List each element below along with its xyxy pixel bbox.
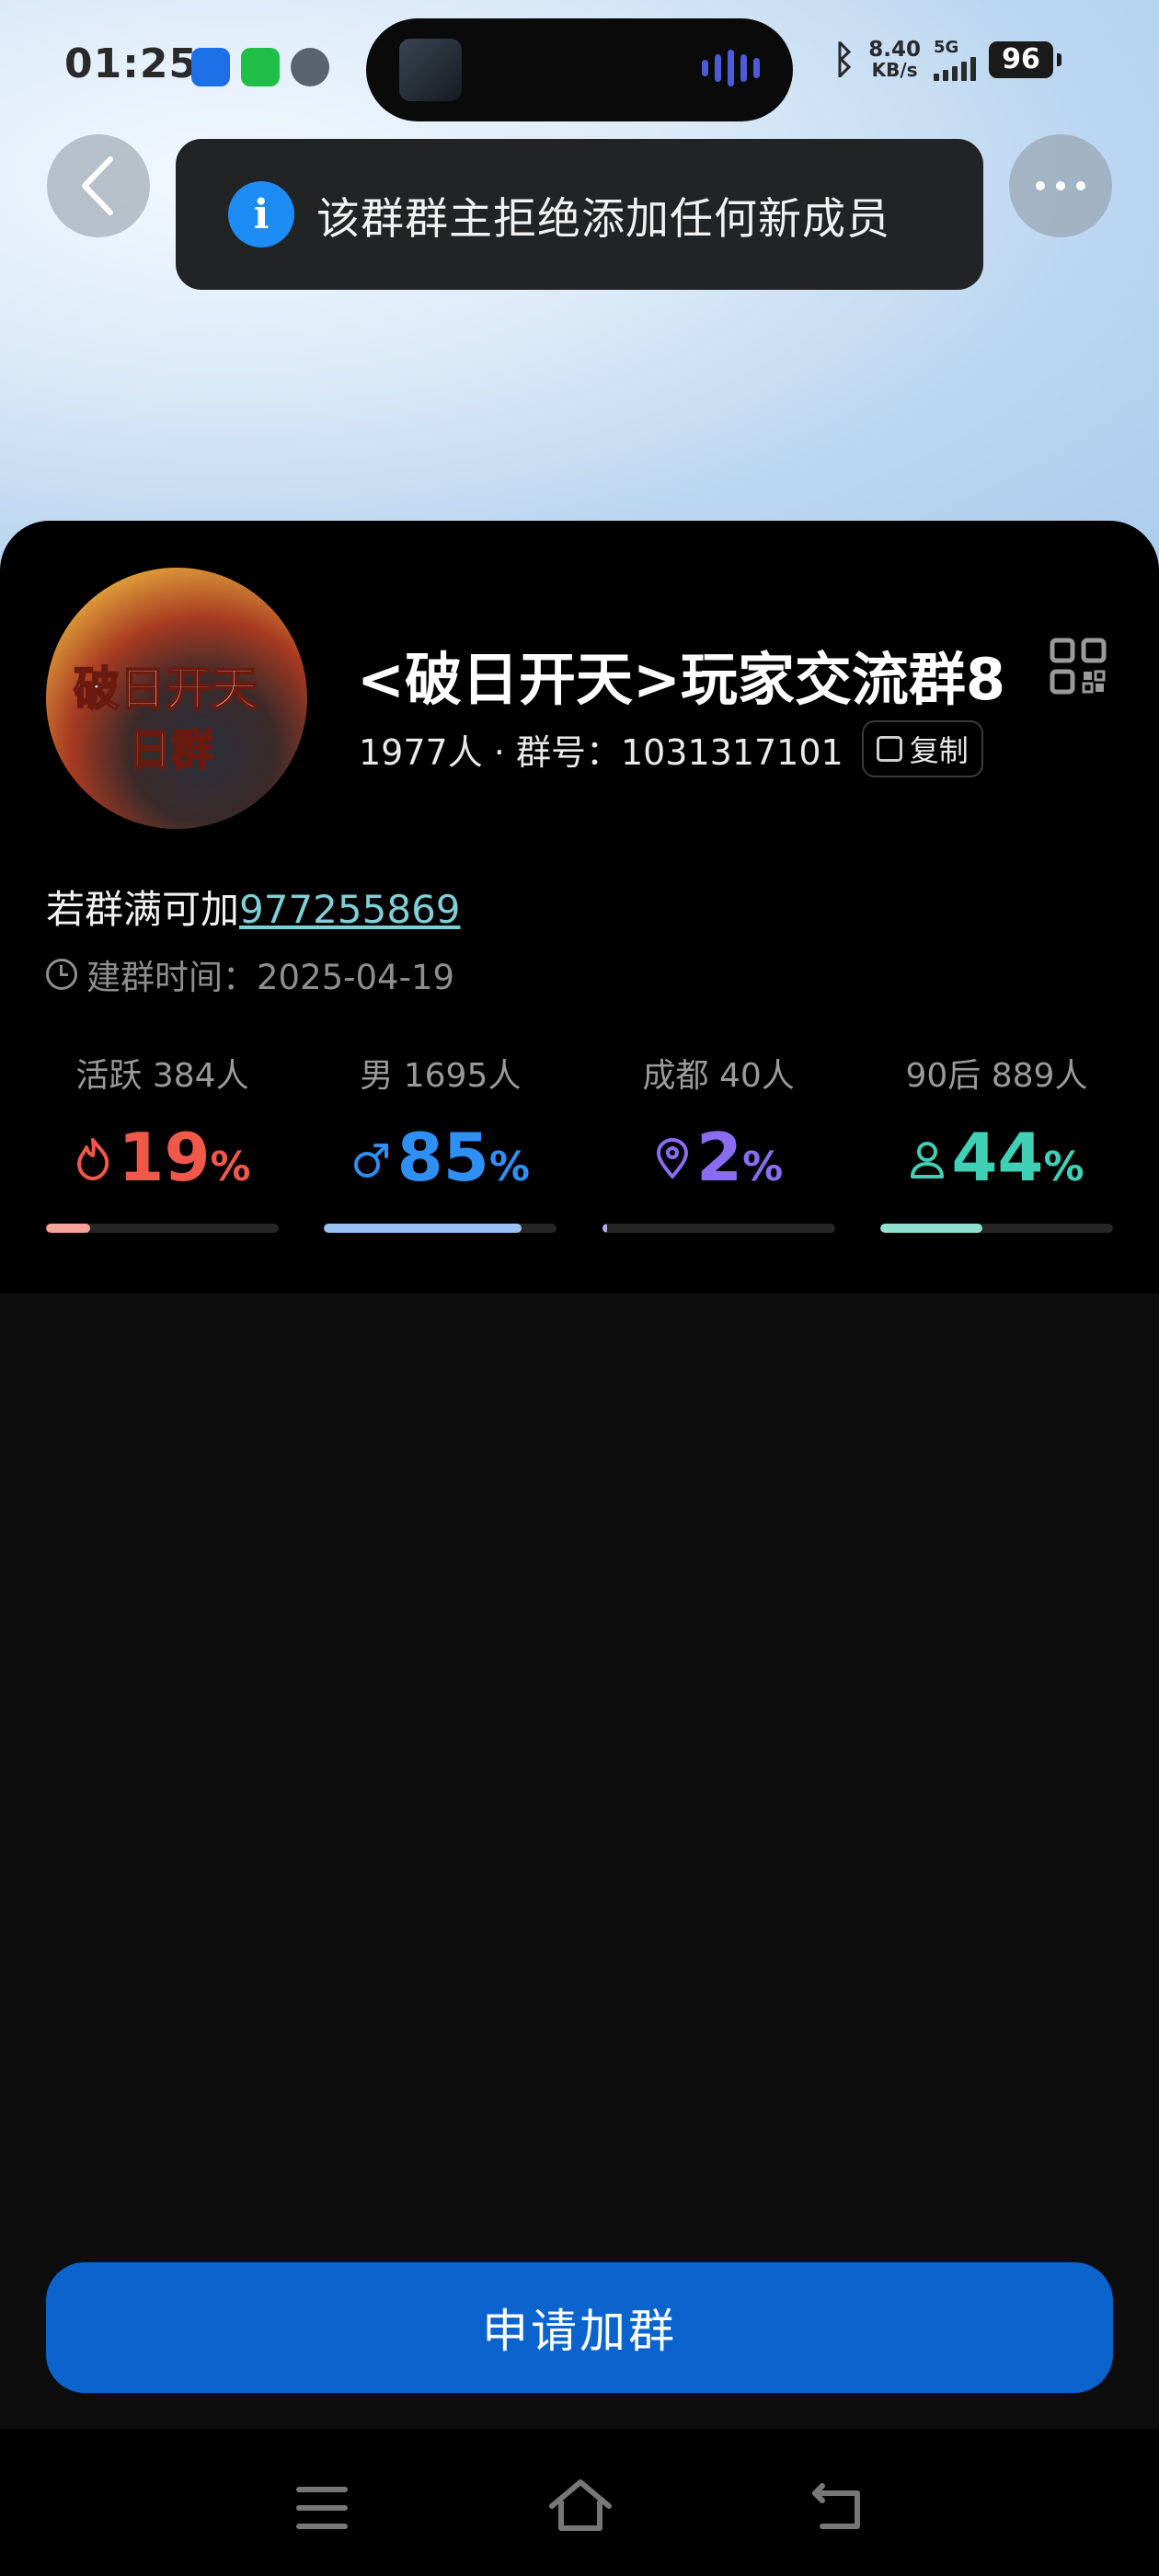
progress-bar <box>879 1224 1113 1233</box>
location-icon <box>657 1138 689 1179</box>
copy-icon <box>876 736 902 762</box>
audio-wave-icon <box>702 50 760 86</box>
stat-location: 成都 40人 2 % <box>602 1049 835 1233</box>
network-speed: 8.40 KB/s <box>868 37 921 81</box>
battery-tip <box>1056 52 1061 66</box>
back-nav-icon[interactable] <box>809 2480 866 2534</box>
chevron-left-icon <box>82 156 113 215</box>
bluetooth-icon: ᛒ <box>832 37 856 82</box>
stat-male: 男 1695人 85 % <box>324 1049 557 1233</box>
clock-icon <box>46 959 77 990</box>
battery-indicator: 96 <box>988 40 1053 78</box>
signal-bars-icon <box>933 57 976 81</box>
menu-icon[interactable] <box>296 2487 348 2529</box>
game-notification-icon <box>291 48 329 86</box>
back-button[interactable] <box>47 134 150 237</box>
male-icon <box>353 1144 388 1178</box>
toast-message: 该群群主拒绝添加任何新成员 <box>316 193 890 245</box>
copy-button[interactable]: 复制 <box>861 720 983 777</box>
progress-bar <box>46 1224 279 1233</box>
member-count-and-id: 1977人 · 群号：1031317101 <box>359 731 843 773</box>
created-date: 建群时间：2025-04-19 <box>46 949 454 999</box>
more-button[interactable] <box>1009 134 1112 237</box>
status-right: ᛒ 8.40 KB/s 5G 96 <box>832 37 1061 82</box>
apply-join-button[interactable]: 申请加群 <box>46 2262 1113 2393</box>
toast-notification: i 该群群主拒绝添加任何新成员 <box>176 139 983 290</box>
flame-icon <box>77 1138 109 1180</box>
more-dots-icon <box>1036 181 1085 190</box>
media-thumbnail <box>399 39 462 101</box>
progress-bar <box>602 1224 835 1233</box>
stat-age: 90后 889人 44 % <box>879 1049 1113 1233</box>
notification-icons <box>191 48 329 86</box>
group-meta: 1977人 · 群号：1031317101 复制 <box>359 720 983 777</box>
qr-code-icon[interactable] <box>1049 637 1107 696</box>
wechat-icon <box>241 48 280 86</box>
info-icon: i <box>228 181 294 247</box>
system-nav-bar <box>0 2429 1159 2576</box>
group-stats: 活跃 384人 19 % 男 1695人 85 % 成都 40人 2 % 90后… <box>46 1049 1113 1233</box>
app-notification-icon <box>191 48 230 86</box>
person-icon <box>911 1142 945 1179</box>
status-time: 01:25 <box>64 40 199 87</box>
status-bar: 01:25 ᛒ 8.40 KB/s 5G 96 <box>0 0 1159 138</box>
group-avatar[interactable]: 破日开天 日群 <box>46 568 307 829</box>
alt-group-link[interactable]: 977255869 <box>239 887 461 932</box>
group-name: <破日开天>玩家交流群8 <box>357 646 1006 713</box>
home-icon[interactable] <box>546 2475 614 2539</box>
signal-indicator: 5G <box>933 38 976 81</box>
stat-active: 活跃 384人 19 % <box>46 1049 279 1233</box>
progress-bar <box>324 1224 557 1233</box>
group-description: 若群满可加977255869 <box>46 887 461 932</box>
dynamic-island[interactable] <box>366 18 793 121</box>
